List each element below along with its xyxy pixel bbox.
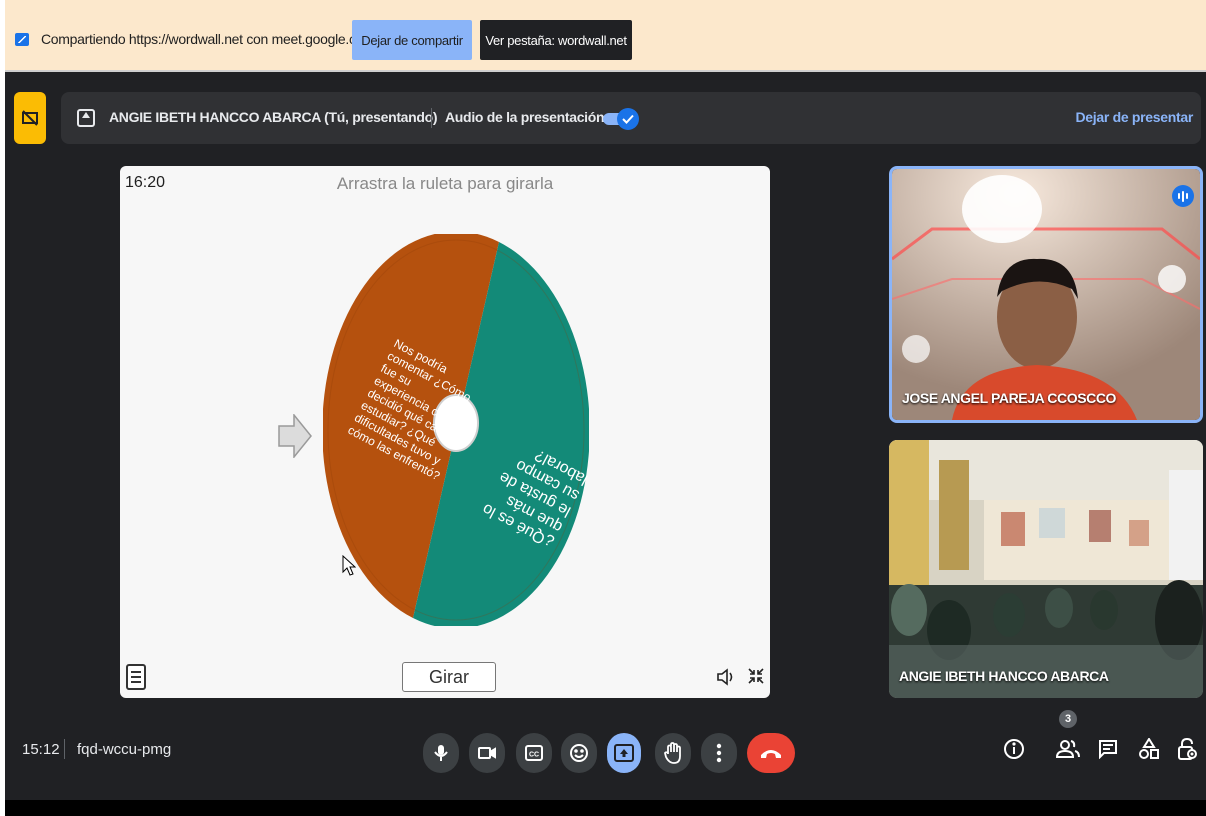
sound-icon[interactable] <box>716 668 736 686</box>
raise-hand-icon <box>664 742 681 764</box>
camera-icon <box>478 747 496 759</box>
raise-hand-button[interactable] <box>655 733 691 773</box>
bottom-edge <box>5 800 1206 816</box>
menu-icon[interactable] <box>126 664 146 690</box>
people-icon <box>1056 740 1080 758</box>
host-controls-icon <box>1178 738 1197 760</box>
activities-button[interactable] <box>1135 735 1163 763</box>
emoji-button[interactable] <box>561 733 597 773</box>
presentation-audio-toggle[interactable] <box>603 108 639 130</box>
mouse-cursor-icon <box>342 555 356 576</box>
meeting-code: fqd-wccu-pmg <box>77 741 172 758</box>
divider <box>64 739 65 759</box>
meet-window: Compartiendo https://wordwall.net con me… <box>5 0 1206 816</box>
sharing-text: Compartiendo https://wordwall.net con me… <box>41 31 375 47</box>
presenter-name: ANGIE IBETH HANCCO ABARCA (Tú, presentan… <box>109 109 438 125</box>
wheel-pointer-arrow <box>278 414 312 458</box>
participant-tile-jose[interactable]: JOSE ANGEL PAREJA CCOSCCO <box>889 166 1203 423</box>
chat-button[interactable] <box>1094 735 1122 763</box>
participant-video-frame <box>892 169 1200 420</box>
sharing-banner: Compartiendo https://wordwall.net con me… <box>5 0 1206 72</box>
share-screen-icon <box>15 33 29 46</box>
divider <box>431 108 432 128</box>
info-button[interactable] <box>1000 735 1028 763</box>
present-screen-icon <box>77 109 95 127</box>
activities-icon <box>1139 738 1159 759</box>
host-controls-button[interactable] <box>1173 735 1201 763</box>
spin-button[interactable]: Girar <box>402 662 496 692</box>
stop-sharing-button[interactable]: Dejar de compartir <box>352 20 472 60</box>
more-options-button[interactable] <box>701 733 737 773</box>
present-button[interactable] <box>607 733 641 773</box>
mic-button[interactable] <box>423 733 459 773</box>
meeting-time: 15:12 <box>22 741 60 758</box>
info-icon <box>1004 739 1024 759</box>
presenting-bar: ANGIE IBETH HANCCO ABARCA (Tú, presentan… <box>61 92 1201 144</box>
activity-instruction: Arrastra la ruleta para girarla <box>336 174 554 193</box>
present-off-button[interactable] <box>14 92 46 144</box>
chat-icon <box>1099 740 1117 759</box>
participant-name: ANGIE IBETH HANCCO ABARCA <box>899 668 1109 684</box>
end-call-button[interactable] <box>747 733 795 773</box>
camera-button[interactable] <box>469 733 505 773</box>
emoji-icon <box>570 744 588 762</box>
mic-icon <box>434 745 448 761</box>
captions-button[interactable]: CC <box>516 733 552 773</box>
participant-video-frame <box>889 440 1203 698</box>
present-icon <box>614 744 634 762</box>
stop-presenting-button[interactable]: Dejar de presentar <box>1075 109 1193 125</box>
end-call-icon <box>761 750 781 758</box>
spin-wheel[interactable]: Nos podría comentar ¿Cómo fue su experie… <box>323 234 589 626</box>
speaking-indicator-icon <box>1172 185 1194 207</box>
svg-text:CC: CC <box>529 752 539 759</box>
participant-count-badge: 3 <box>1059 710 1077 728</box>
captions-icon: CC <box>525 745 543 761</box>
more-options-icon <box>716 743 722 763</box>
presentation-audio-label: Audio de la presentación <box>445 109 605 125</box>
check-icon <box>617 108 639 130</box>
view-tab-button[interactable]: Ver pestaña: wordwall.net <box>480 20 632 60</box>
people-button[interactable] <box>1054 735 1082 763</box>
shared-screen: 16:20 Arrastra la ruleta para girarla No… <box>120 166 770 698</box>
participant-name: JOSE ANGEL PAREJA CCOSCCO <box>902 390 1117 406</box>
participant-tile-angie[interactable]: ANGIE IBETH HANCCO ABARCA <box>889 440 1203 698</box>
fullscreen-exit-icon[interactable] <box>746 666 766 686</box>
present-off-icon <box>22 110 38 126</box>
